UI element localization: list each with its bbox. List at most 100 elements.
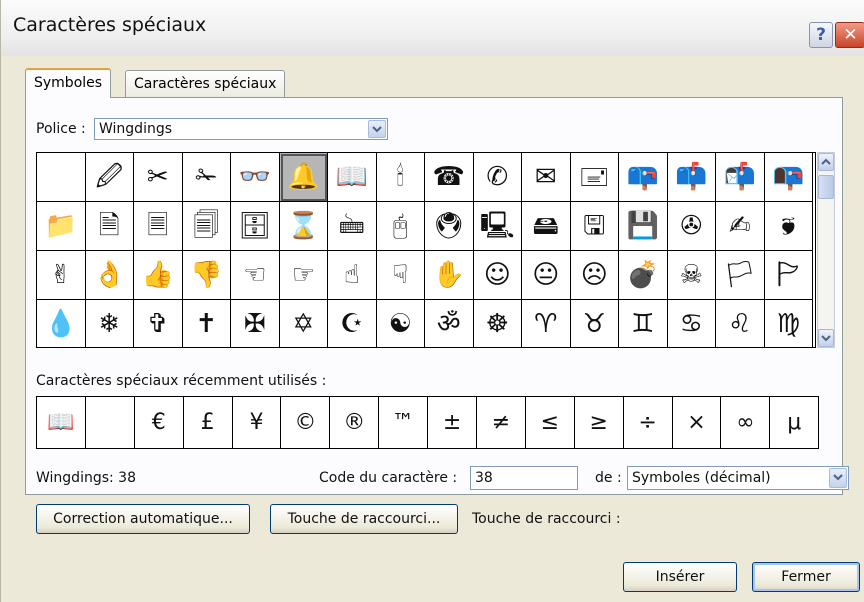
symbol-cell[interactable]: 🖰 [376,202,425,251]
insert-button[interactable]: Insérer [623,562,737,592]
symbol-cell[interactable]: ☜ [231,251,280,300]
chevron-down-icon[interactable] [829,468,847,488]
symbol-cell[interactable]: ☸ [474,300,522,347]
recent-character-cell[interactable]: ¥ [233,397,282,448]
font-select[interactable]: Wingdings [94,118,388,140]
recent-character-cell[interactable] [86,397,135,448]
symbol-cell[interactable]: 🖲 [425,202,474,251]
symbol-cell[interactable]: ♊ [619,300,668,347]
symbol-cell[interactable]: 🖳 [473,202,522,251]
recent-character-cell[interactable]: μ [770,397,820,448]
symbol-cell[interactable]: 🔔 [279,153,328,202]
symbol-cell[interactable]: 👎 [182,251,231,300]
symbol-cell[interactable]: ✡ [280,300,328,347]
recent-character-cell[interactable]: © [281,397,331,448]
symbol-cell[interactable]: 🗐 [182,202,231,251]
symbol-cell[interactable]: ♍ [765,300,813,347]
symbol-cell[interactable]: ✉ [522,153,571,202]
recent-character-cell[interactable]: × [673,397,722,448]
close-window-button[interactable]: ✕ [835,22,864,48]
symbol-cell[interactable]: ☝ [328,251,377,300]
symbol-cell[interactable]: ❄ [86,300,134,347]
shortcut-key-button[interactable]: Touche de raccourci... [270,504,458,534]
symbol-cell[interactable]: 👌 [85,251,134,300]
recent-character-cell[interactable]: ≥ [575,397,624,448]
symbol-cell[interactable]: ॐ [425,300,474,347]
scroll-up-button[interactable] [818,153,834,171]
symbol-cell[interactable]: 🕯 [376,153,425,202]
symbol-cell[interactable]: 💣 [619,251,668,300]
symbol-cell[interactable]: 💾 [619,202,668,251]
recent-character-cell[interactable]: 📖 [37,397,86,448]
symbol-cell[interactable]: 📖 [328,153,377,202]
symbol-cell[interactable]: 🗎 [85,202,134,251]
recent-character-cell[interactable]: € [135,397,184,448]
symbol-grid-scrollbar[interactable] [817,152,835,348]
recent-label: Caractères spéciaux récemment utilisés : [36,373,327,389]
symbol-cell[interactable]: 🏱 [764,251,813,300]
symbol-cell[interactable]: 🖮 [328,202,377,251]
symbol-cell[interactable]: 📪 [619,153,668,202]
symbol-cell[interactable]: ☹ [570,251,619,300]
symbol-cell[interactable]: ☎ [425,153,474,202]
symbol-cell[interactable]: ✠ [231,300,280,347]
symbol-cell[interactable]: ✂ [134,153,183,202]
recent-character-cell[interactable]: ∞ [721,397,771,448]
symbol-cell[interactable]: ✋ [425,251,474,300]
char-code-input[interactable]: 38 [470,466,578,490]
chevron-down-icon[interactable] [368,120,386,138]
symbol-cell[interactable]: 🏳 [716,251,765,300]
symbol-cell[interactable]: 📫 [667,153,716,202]
symbol-cell[interactable]: ♈ [522,300,571,347]
symbol-cell[interactable]: ✞ [134,300,183,347]
symbol-cell[interactable]: ✌ [37,251,86,300]
help-button[interactable]: ? [809,22,833,48]
symbol-cell[interactable]: ☞ [279,251,328,300]
special-characters-dialog: Caractères spéciaux ? ✕ Symboles Caractè… [0,0,864,602]
symbol-cell[interactable]: 🗏 [134,202,183,251]
symbol-cell[interactable] [37,153,86,202]
symbol-cell[interactable]: ☠ [667,251,716,300]
recent-character-cell[interactable]: ≤ [526,397,575,448]
symbol-cell[interactable]: 📬 [716,153,765,202]
from-select[interactable]: Symboles (décimal) [627,466,849,490]
symbol-cell[interactable]: ☺ [473,251,522,300]
recent-character-cell[interactable]: ÷ [624,397,673,448]
symbol-cell[interactable]: ♉ [571,300,619,347]
symbol-cell[interactable]: ✁ [182,153,231,202]
symbol-cell[interactable]: ♋ [668,300,716,347]
symbol-cell[interactable]: ☪ [328,300,377,347]
recent-character-cell[interactable]: ≠ [477,397,526,448]
recent-character-cell[interactable]: ® [330,397,380,448]
symbol-cell[interactable]: 🖉 [85,153,134,202]
symbol-cell[interactable]: ✆ [473,153,522,202]
tab-symbols[interactable]: Symboles [25,68,112,98]
recent-character-cell[interactable]: ™ [379,397,429,448]
close-button[interactable]: Fermer [752,562,860,592]
recent-character-cell[interactable]: £ [184,397,233,448]
symbol-cell[interactable]: ☯ [377,300,425,347]
autocorrect-button[interactable]: Correction automatique... [36,504,250,534]
scroll-thumb[interactable] [818,175,834,199]
symbol-cell[interactable]: 😐 [522,251,571,300]
recent-character-cell[interactable]: ± [428,397,478,448]
symbol-cell[interactable]: ☟ [376,251,425,300]
scroll-down-button[interactable] [818,329,834,347]
symbol-cell[interactable]: 👓 [231,153,280,202]
symbol-cell[interactable]: 👍 [134,251,183,300]
symbol-cell[interactable]: 📁 [37,202,86,251]
symbol-cell[interactable]: 💧 [37,300,86,347]
symbol-cell[interactable]: 🙘 [764,202,813,251]
symbol-cell[interactable]: 🖫 [570,202,619,251]
symbol-cell[interactable]: ♌ [716,300,765,347]
symbol-cell[interactable]: 🖃 [570,153,619,202]
symbol-cell[interactable]: ✝ [183,300,231,347]
font-label: Police : [36,121,86,137]
symbol-cell[interactable]: 🖴 [522,202,571,251]
symbol-cell[interactable]: ✇ [667,202,716,251]
symbol-cell[interactable]: 🗄 [231,202,280,251]
symbol-cell[interactable]: ⌛ [279,202,328,251]
symbol-cell[interactable]: ✍ [716,202,765,251]
symbol-cell[interactable]: 📭 [764,153,813,202]
tab-special-characters[interactable]: Caractères spéciaux [125,70,286,98]
